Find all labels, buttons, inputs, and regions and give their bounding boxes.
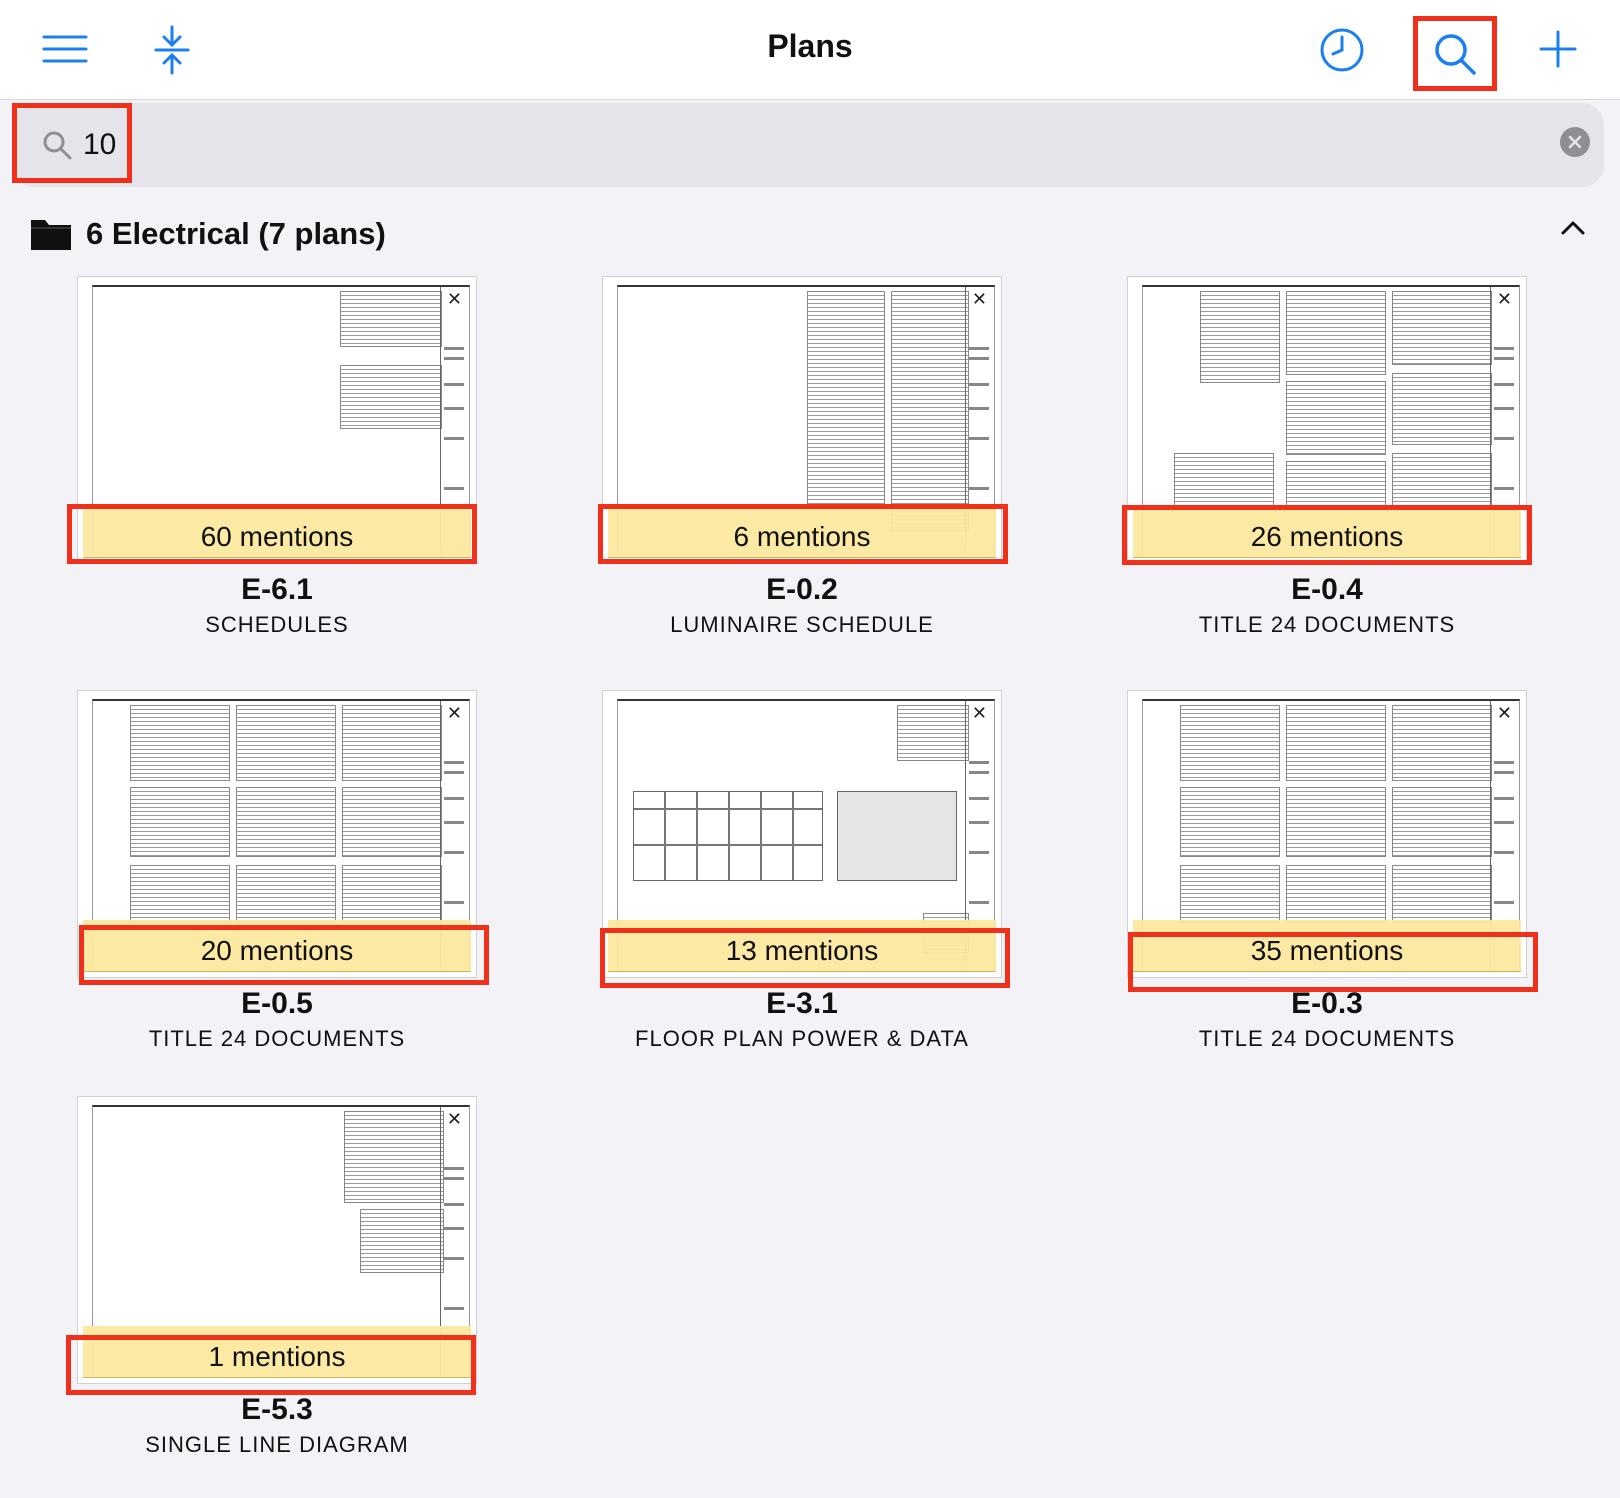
mention-count: 13 mentions	[725, 935, 879, 966]
mention-count: 60 mentions	[200, 521, 354, 552]
plan-id: E-3.1	[766, 987, 838, 1020]
plan-name: LUMINAIRE SCHEDULE	[670, 612, 934, 637]
mention-count: 20 mentions	[200, 935, 354, 966]
plan-id: E-0.3	[1291, 987, 1363, 1020]
plan-id: E-0.5	[241, 987, 313, 1020]
search-icon	[1433, 32, 1477, 76]
search-button[interactable]	[1413, 16, 1497, 91]
folder-icon	[30, 215, 72, 256]
plan-name: TITLE 24 DOCUMENTS	[1198, 1026, 1456, 1051]
search-input[interactable]: 10	[83, 128, 116, 162]
section-header[interactable]: 6 Electrical (7 plans)	[30, 210, 1590, 260]
page-title: Plans	[767, 28, 853, 64]
clock-icon[interactable]	[1318, 26, 1366, 74]
plan-id: E-0.4	[1291, 573, 1363, 606]
search-icon	[42, 130, 72, 165]
plan-name: SCHEDULES	[205, 612, 349, 637]
section-title: 6 Electrical (7 plans)	[86, 216, 386, 251]
mention-count: 6 mentions	[733, 521, 871, 552]
plan-name: SINGLE LINE DIAGRAM	[145, 1432, 409, 1457]
mention-count: 35 mentions	[1250, 935, 1404, 966]
mention-count: 26 mentions	[1250, 521, 1404, 552]
plan-name: TITLE 24 DOCUMENTS	[1198, 612, 1456, 637]
plus-icon[interactable]	[1535, 26, 1581, 72]
mention-count: 1 mentions	[208, 1341, 346, 1372]
plan-name: TITLE 24 DOCUMENTS	[148, 1026, 406, 1051]
clear-icon[interactable]	[1560, 127, 1590, 157]
plan-id: E-0.2	[766, 573, 838, 606]
chevron-up-icon[interactable]	[1560, 218, 1586, 241]
top-navigation-bar: Plans	[0, 0, 1620, 100]
search-bar[interactable]: 10	[12, 103, 1604, 187]
plan-name: FLOOR PLAN POWER & DATA	[635, 1026, 969, 1051]
plan-id: E-5.3	[241, 1393, 313, 1426]
plan-id: E-6.1	[241, 573, 313, 606]
